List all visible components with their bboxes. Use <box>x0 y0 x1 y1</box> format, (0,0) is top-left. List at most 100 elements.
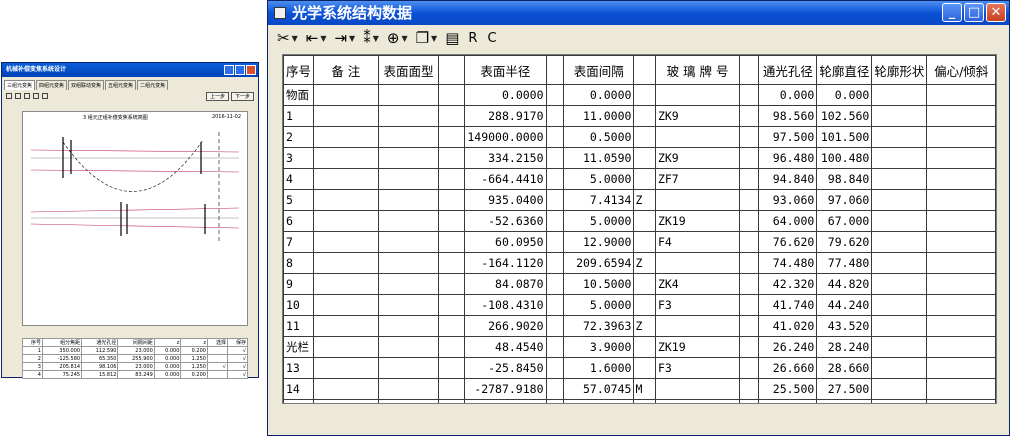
table-cell[interactable]: √ <box>206 362 228 371</box>
clear-aperture-cell[interactable]: 0.000 <box>758 84 818 106</box>
spacing-flag-cell[interactable] <box>633 126 656 148</box>
table-cell[interactable]: 112.590 <box>81 346 119 355</box>
spacing-cell[interactable]: 0.0000 <box>562 84 635 106</box>
seq-cell[interactable]: 7 <box>283 231 315 253</box>
optical-data-window[interactable]: 光学系统结构数据 _ □ ✕ ✂ ▼ ⇤ ▼ ⇥ ▼ ⁑ ▼ ⊕ ▼ ❐ ▼ ▤ R C <box>267 0 1010 436</box>
table-row[interactable]: 2 149000.0000 0.5000 97.500 101.500 <box>283 126 996 148</box>
note-cell[interactable] <box>313 378 379 400</box>
outline-diameter-cell[interactable]: 77.480 <box>816 252 873 274</box>
table-cell[interactable]: 23.000 <box>117 362 155 371</box>
blank-cell[interactable] <box>438 273 466 295</box>
spacing-flag-cell[interactable] <box>633 273 656 295</box>
radius-cell[interactable]: 288.9170 <box>464 105 547 127</box>
surface-type-cell[interactable] <box>377 378 440 400</box>
radius-flag-cell[interactable] <box>545 315 564 337</box>
spacing-flag-cell[interactable] <box>633 147 656 169</box>
radius-cell[interactable]: -25.8450 <box>464 357 547 379</box>
blank-cell[interactable] <box>438 147 466 169</box>
radius-cell[interactable]: -108.4310 <box>464 294 547 316</box>
clear-aperture-cell[interactable]: 25.500 <box>758 378 818 400</box>
clear-aperture-cell[interactable]: 12.660 <box>758 399 818 403</box>
table-row[interactable]: 1 288.9170 11.0000 ZK9 98.560 102.560 <box>283 105 996 127</box>
glass-flag-cell[interactable] <box>739 336 760 358</box>
surface-type-cell[interactable] <box>377 210 440 232</box>
glass-flag-cell[interactable] <box>739 357 760 379</box>
tab-linked-group[interactable]: 双组联动变焦 <box>68 80 105 90</box>
glass-cell[interactable]: F3 <box>654 294 741 316</box>
spacing-cell[interactable]: 57.0745 <box>562 378 635 400</box>
radius-cell[interactable]: -664.4410 <box>464 168 547 190</box>
decenter-tilt-cell[interactable] <box>926 189 996 211</box>
outline-shape-cell[interactable] <box>871 294 928 316</box>
copy-icon[interactable] <box>33 93 39 99</box>
outline-shape-cell[interactable] <box>871 189 928 211</box>
clear-aperture-cell[interactable]: 64.000 <box>758 210 818 232</box>
surface-type-cell[interactable] <box>377 315 440 337</box>
spacing-cell[interactable]: 3.9000 <box>562 336 635 358</box>
table-cell[interactable]: 0.000 <box>153 346 182 355</box>
outline-diameter-cell[interactable]: 100.480 <box>816 147 873 169</box>
glass-flag-cell[interactable] <box>739 399 760 403</box>
glass-flag-cell[interactable] <box>739 189 760 211</box>
clear-aperture-cell[interactable]: 93.060 <box>758 189 818 211</box>
table-cell[interactable]: 65.350 <box>81 354 119 363</box>
outline-diameter-cell[interactable]: 28.240 <box>816 336 873 358</box>
spacing-flag-cell[interactable] <box>633 231 656 253</box>
clear-aperture-cell[interactable]: 41.740 <box>758 294 818 316</box>
outline-diameter-cell[interactable]: 98.840 <box>816 168 873 190</box>
outline-shape-cell[interactable] <box>871 168 928 190</box>
radius-cell[interactable]: 0.0000 <box>464 399 547 403</box>
clear-aperture-cell[interactable]: 94.840 <box>758 168 818 190</box>
blank-cell[interactable] <box>438 252 466 274</box>
table-row[interactable]: 5 935.0400 7.4134 Z 93.060 97.060 <box>283 189 996 211</box>
outline-shape-cell[interactable] <box>871 126 928 148</box>
table-cell[interactable]: -125.580 <box>41 354 83 363</box>
spacing-flag-cell[interactable] <box>633 399 656 403</box>
note-cell[interactable] <box>313 252 379 274</box>
spacing-flag-cell[interactable] <box>633 168 656 190</box>
clear-aperture-cell[interactable]: 76.620 <box>758 231 818 253</box>
clear-aperture-cell[interactable]: 26.660 <box>758 357 818 379</box>
table-cell[interactable]: 98.106 <box>81 362 119 371</box>
table-cell[interactable] <box>206 346 228 355</box>
maximize-button[interactable]: □ <box>964 3 984 22</box>
glass-cell[interactable] <box>654 84 741 106</box>
radius-flag-cell[interactable] <box>545 399 564 403</box>
decenter-tilt-cell[interactable] <box>926 84 996 106</box>
spacing-cell[interactable]: 209.6594 <box>562 252 635 274</box>
note-cell[interactable] <box>313 210 379 232</box>
outline-diameter-cell[interactable]: 14.160 <box>816 399 873 403</box>
glass-cell[interactable] <box>654 399 741 403</box>
seq-cell[interactable]: 6 <box>283 210 315 232</box>
radius-cell[interactable]: 60.0950 <box>464 231 547 253</box>
note-cell[interactable] <box>313 168 379 190</box>
table-row[interactable]: 物面 0.0000 0.0000 0.000 0.000 <box>283 84 996 106</box>
note-cell[interactable] <box>313 399 379 403</box>
table-row[interactable]: 7 60.0950 12.9000 F4 76.620 79.620 <box>283 231 996 253</box>
note-cell[interactable] <box>313 273 379 295</box>
blank-cell[interactable] <box>438 357 466 379</box>
outline-shape-cell[interactable] <box>871 210 928 232</box>
surface-type-cell[interactable] <box>377 189 440 211</box>
glass-flag-cell[interactable] <box>739 105 760 127</box>
outline-diameter-cell[interactable]: 101.500 <box>816 126 873 148</box>
radius-cell[interactable]: 48.4540 <box>464 336 547 358</box>
note-cell[interactable] <box>313 126 379 148</box>
spacing-cell[interactable]: 11.0000 <box>562 105 635 127</box>
glass-flag-cell[interactable] <box>739 210 760 232</box>
glass-cell[interactable] <box>654 315 741 337</box>
note-cell[interactable] <box>313 84 379 106</box>
surface-type-cell[interactable] <box>377 168 440 190</box>
spacing-flag-cell[interactable] <box>633 357 656 379</box>
cut-icon[interactable] <box>15 93 21 99</box>
spacing-cell[interactable]: 72.3963 <box>562 315 635 337</box>
glass-cell[interactable]: ZK9 <box>654 105 741 127</box>
c-button[interactable]: C <box>483 31 500 46</box>
surface-type-cell[interactable] <box>377 252 440 274</box>
table-cell[interactable]: 4 <box>22 370 43 379</box>
table-cell[interactable]: 0.000 <box>153 362 182 371</box>
glass-cell[interactable]: F3 <box>654 357 741 379</box>
outline-shape-cell[interactable] <box>871 315 928 337</box>
paste-button[interactable]: ▤ <box>442 30 462 46</box>
table-row[interactable]: 4 75.245 15.812 83.249 0.000 0.200 √ <box>22 370 249 379</box>
